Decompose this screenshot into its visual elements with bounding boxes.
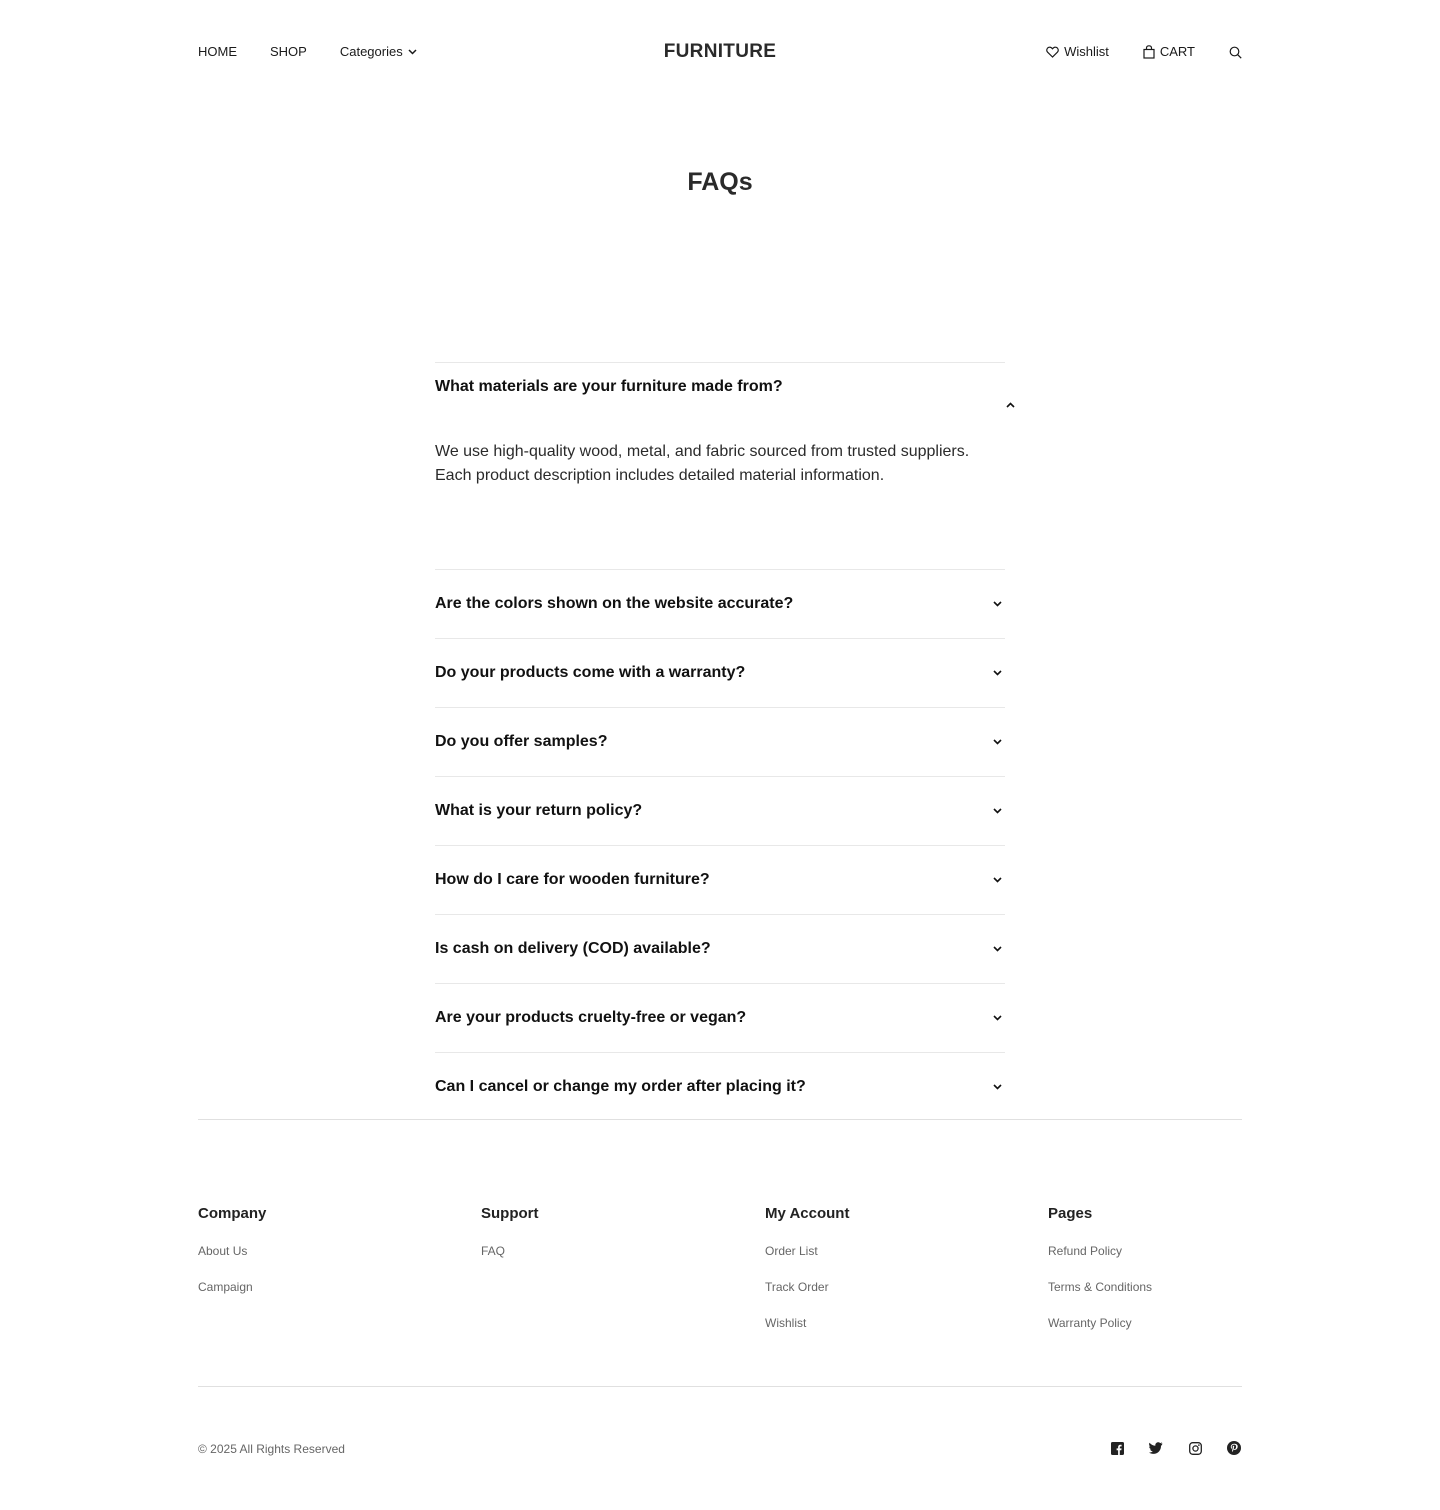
faq-collapse-toggle[interactable] [1002, 397, 1018, 413]
search-icon [1229, 46, 1242, 59]
faq-question: How do I care for wooden furniture? [435, 871, 710, 888]
footer-column-pages: Pages Refund Policy Terms & Conditions W… [1048, 1204, 1152, 1351]
footer-link-warranty-policy[interactable]: Warranty Policy [1048, 1315, 1152, 1331]
chevron-up-icon [1005, 402, 1015, 408]
footer-top-divider [198, 1119, 1242, 1120]
site-logo[interactable]: FURNITURE [664, 41, 776, 62]
footer-link-track-order[interactable]: Track Order [765, 1279, 849, 1295]
footer-column-company: Company About Us Campaign [198, 1204, 266, 1315]
faq-question: Are your products cruelty-free or vegan? [435, 1009, 747, 1026]
chevron-down-icon [989, 596, 1005, 612]
footer-heading: My Account [765, 1205, 850, 1222]
search-button[interactable] [1229, 46, 1242, 59]
pinterest-icon[interactable] [1226, 1440, 1242, 1456]
footer-link-campaign[interactable]: Campaign [198, 1279, 266, 1295]
footer-column-support: Support FAQ [481, 1204, 539, 1279]
chevron-down-icon [989, 734, 1005, 750]
faq-item[interactable]: Can I cancel or change my order after pl… [435, 1052, 1005, 1121]
footer-heading: Support [481, 1205, 539, 1222]
shopping-bag-icon [1143, 45, 1155, 59]
chevron-down-icon [989, 1079, 1005, 1095]
site-header: HOME SHOP Categories FURNITURE Wishlist … [198, 0, 1242, 106]
faq-question[interactable]: What materials are your furniture made f… [435, 377, 783, 397]
faq-item[interactable]: What is your return policy? [435, 776, 1005, 845]
chevron-down-icon [408, 49, 417, 55]
faq-question: Are the colors shown on the website accu… [435, 595, 794, 612]
faq-question: What is your return policy? [435, 802, 643, 819]
wishlist-label: Wishlist [1064, 44, 1109, 59]
faq-question: Can I cancel or change my order after pl… [435, 1078, 806, 1095]
heart-icon [1046, 46, 1059, 58]
nav-shop-link[interactable]: SHOP [270, 44, 307, 60]
faq-answer: We use high-quality wood, metal, and fab… [435, 443, 970, 484]
faq-item[interactable]: Do you offer samples? [435, 707, 1005, 776]
page-title: FAQs [687, 168, 753, 196]
chevron-down-icon [989, 665, 1005, 681]
faq-item[interactable]: Are the colors shown on the website accu… [435, 569, 1005, 638]
footer-link-about-us[interactable]: About Us [198, 1243, 266, 1259]
faq-accordion: What materials are your furniture made f… [435, 362, 1015, 1121]
cart-label: CART [1159, 44, 1195, 59]
cart-link[interactable]: CART [1143, 44, 1195, 60]
footer-link-faq[interactable]: FAQ [481, 1243, 539, 1259]
footer-column-my-account: My Account Order List Track Order Wishli… [765, 1204, 849, 1351]
nav-home-link[interactable]: HOME [198, 44, 237, 60]
chevron-down-icon [989, 941, 1005, 957]
nav-categories-label: Categories [339, 44, 403, 59]
footer-link-wishlist[interactable]: Wishlist [765, 1315, 849, 1331]
footer-link-refund-policy[interactable]: Refund Policy [1048, 1243, 1152, 1259]
footer-bottom-divider [198, 1386, 1242, 1387]
footer-heading: Pages [1048, 1205, 1093, 1222]
facebook-icon[interactable] [1109, 1440, 1125, 1456]
chevron-down-icon [989, 872, 1005, 888]
faq-item[interactable]: Are your products cruelty-free or vegan? [435, 983, 1005, 1052]
copyright-text: © 2025 All Rights Reserved [198, 1442, 345, 1456]
main-nav: HOME SHOP Categories [198, 44, 417, 60]
faq-item[interactable]: Do your products come with a warranty? [435, 638, 1005, 707]
instagram-icon[interactable] [1187, 1440, 1203, 1456]
footer-heading: Company [198, 1205, 267, 1222]
footer-link-order-list[interactable]: Order List [765, 1243, 849, 1259]
nav-categories-dropdown[interactable]: Categories [340, 44, 417, 60]
faq-item[interactable]: Is cash on delivery (COD) available? [435, 914, 1005, 983]
social-links [1086, 1440, 1242, 1456]
faq-item-expanded: What materials are your furniture made f… [435, 362, 1015, 569]
chevron-down-icon [989, 803, 1005, 819]
faq-item[interactable]: How do I care for wooden furniture? [435, 845, 1005, 914]
header-actions: Wishlist CART [1012, 44, 1242, 60]
footer-link-terms[interactable]: Terms & Conditions [1048, 1279, 1152, 1295]
faq-question: Do your products come with a warranty? [435, 664, 746, 681]
twitter-icon[interactable] [1148, 1440, 1164, 1456]
faq-question: Is cash on delivery (COD) available? [435, 940, 711, 957]
chevron-down-icon [989, 1010, 1005, 1026]
wishlist-link[interactable]: Wishlist [1046, 44, 1109, 60]
faq-question: Do you offer samples? [435, 733, 608, 750]
